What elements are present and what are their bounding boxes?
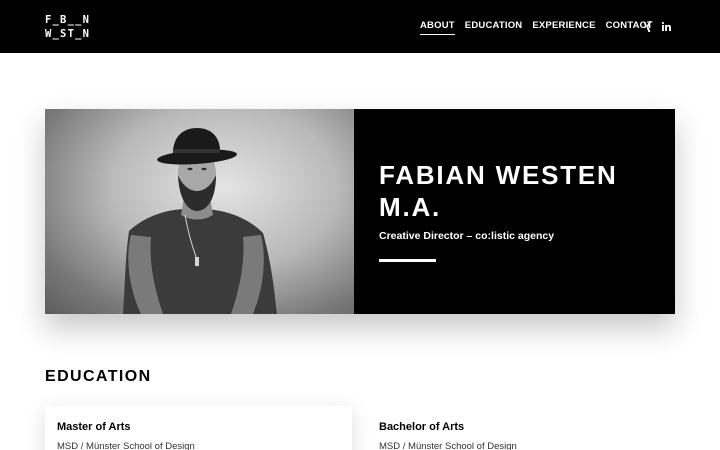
linkedin-icon[interactable] [660,20,672,32]
nav-about-link[interactable]: ABOUT [420,20,455,35]
education-school: MSD / Münster School of Design [57,441,195,450]
hero-name-line-2: M.A. [379,192,442,222]
education-card-master: Master of Arts MSD / Münster School of D… [45,406,352,450]
xing-icon[interactable] [641,20,653,32]
top-navigation-bar: F_B__N W_ST_N ABOUT EDUCATION EXPERIENCE … [0,0,720,53]
main-nav: ABOUT EDUCATION EXPERIENCE CONTACT [420,20,653,35]
hero-name-line-1: FABIAN WESTEN [379,160,618,190]
education-title: EDUCATION [45,368,152,385]
portrait-photo [45,109,354,314]
education-degree: Master of Arts [57,421,131,433]
site-logo[interactable]: F_B__N W_ST_N [45,13,90,41]
hero-divider [379,259,436,262]
hero-role: Creative Director – co:listic agency [379,230,555,242]
logo-line-2: W_ST_N [45,28,91,40]
hero-name: FABIAN WESTEN M.A. [379,159,618,223]
education-degree: Bachelor of Arts [379,421,465,433]
hero-text: FABIAN WESTEN M.A. Creative Director – c… [379,159,618,262]
hero-banner: FABIAN WESTEN M.A. Creative Director – c… [45,109,675,314]
logo-line-1: F_B__N [45,14,91,26]
education-card-bachelor: Bachelor of Arts MSD / Münster School of… [367,406,674,450]
nav-education-link[interactable]: EDUCATION [465,20,523,35]
education-school: MSD / Münster School of Design [379,441,517,450]
nav-experience-link[interactable]: EXPERIENCE [532,20,595,35]
